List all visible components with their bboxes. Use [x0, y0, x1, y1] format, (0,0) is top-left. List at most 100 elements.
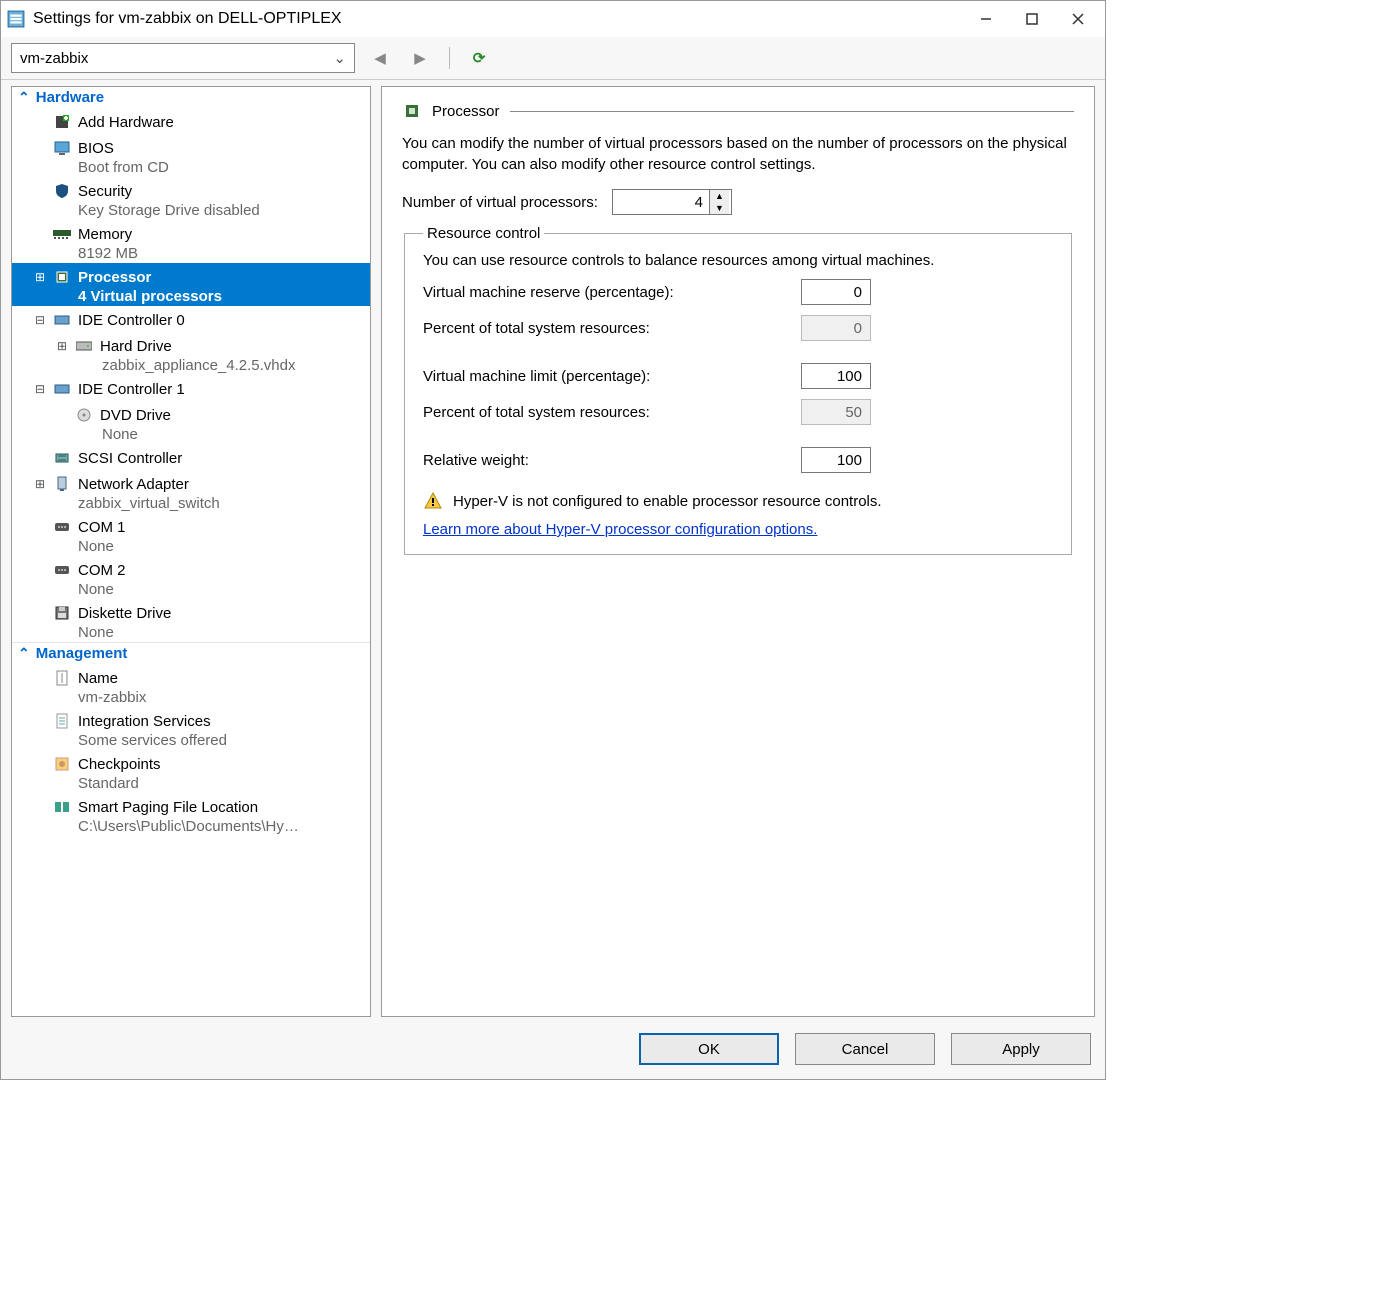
section-hardware[interactable]: ⌃ Hardware: [12, 87, 370, 108]
nav-sub: C:\Users\Public\Documents\Hy…: [18, 818, 370, 835]
num-processors-spinner[interactable]: ▲ ▼: [612, 189, 732, 215]
relative-weight-input[interactable]: [801, 447, 871, 473]
nav-security[interactable]: Security Key Storage Drive disabled: [12, 177, 370, 220]
minimize-button[interactable]: [963, 4, 1009, 34]
nav-com1[interactable]: COM 1 None: [12, 513, 370, 556]
collapse-icon: ⌃: [18, 89, 30, 106]
vm-limit-input[interactable]: [801, 363, 871, 389]
nav-label: Hard Drive: [100, 338, 172, 355]
hardware-icon: [52, 114, 72, 130]
nav-forward-button[interactable]: ▶: [405, 43, 435, 73]
help-link[interactable]: Learn more about Hyper-V processor confi…: [423, 521, 817, 538]
nav-tree-scroll[interactable]: ⌃ Hardware Add Hardware BIOS Boot from: [12, 87, 370, 1016]
nav-sub: Key Storage Drive disabled: [18, 202, 370, 219]
spinner-down-button[interactable]: ▼: [710, 202, 729, 214]
nav-label: Name: [78, 670, 118, 687]
nav-label: Security: [78, 183, 132, 200]
nav-ide1[interactable]: ⊟ IDE Controller 1: [12, 375, 370, 401]
apply-button[interactable]: Apply: [951, 1033, 1091, 1065]
panel-title-row: Processor: [402, 101, 1074, 121]
nav-scsi[interactable]: SCSI Controller: [12, 444, 370, 470]
nav-label: IDE Controller 1: [78, 381, 185, 398]
panel-description: You can modify the number of virtual pro…: [402, 133, 1074, 175]
nav-dvd[interactable]: DVD Drive None: [12, 401, 370, 444]
controller-icon: [52, 312, 72, 328]
content-area: ⌃ Hardware Add Hardware BIOS Boot from: [1, 80, 1105, 1023]
nav-sub: 8192 MB: [18, 245, 370, 262]
refresh-button[interactable]: ⟳: [464, 43, 494, 73]
nav-harddrive[interactable]: ⊞ Hard Drive zabbix_appliance_4.2.5.vhdx: [12, 332, 370, 375]
nav-sub: Some services offered: [18, 732, 370, 749]
limit-percent-row: Percent of total system resources:: [423, 399, 1053, 425]
window-icon: [7, 10, 25, 28]
num-processors-row: Number of virtual processors: ▲ ▼: [402, 189, 1074, 215]
close-button[interactable]: [1055, 4, 1101, 34]
nav-label: Checkpoints: [78, 756, 161, 773]
memory-icon: [52, 228, 72, 240]
cpu-icon: [52, 269, 72, 285]
nav-add-hardware[interactable]: Add Hardware: [12, 108, 370, 134]
nav-ide0[interactable]: ⊟ IDE Controller 0: [12, 306, 370, 332]
hdd-icon: [74, 340, 94, 352]
panel-heading: Processor: [432, 103, 500, 120]
limit-percent-value: [801, 399, 871, 425]
controller-icon: [52, 381, 72, 397]
nav-tree: ⌃ Hardware Add Hardware BIOS Boot from: [11, 86, 371, 1017]
nav-com2[interactable]: COM 2 None: [12, 556, 370, 599]
nav-diskette[interactable]: Diskette Drive None: [12, 599, 370, 642]
nav-name[interactable]: Name vm-zabbix: [12, 664, 370, 707]
section-hardware-label: Hardware: [36, 89, 104, 106]
collapse-icon: ⌃: [18, 645, 30, 662]
num-processors-input[interactable]: [613, 190, 709, 214]
serial-icon: [52, 564, 72, 576]
nav-bios[interactable]: BIOS Boot from CD: [12, 134, 370, 177]
toolbar-separator: [449, 47, 450, 69]
warning-row: Hyper-V is not configured to enable proc…: [423, 491, 1053, 511]
nav-sub: None: [18, 581, 370, 598]
toolbar: vm-zabbix ⌄ ◀ ▶ ⟳: [1, 37, 1105, 80]
nav-sub: vm-zabbix: [18, 689, 370, 706]
cpu-icon: [402, 101, 422, 121]
nav-integration[interactable]: Integration Services Some services offer…: [12, 707, 370, 750]
vm-reserve-label: Virtual machine reserve (percentage):: [423, 284, 783, 301]
nav-processor[interactable]: ⊞ Processor 4 Virtual processors: [12, 263, 370, 306]
nav-label: COM 1: [78, 519, 126, 536]
nav-checkpoints[interactable]: Checkpoints Standard: [12, 750, 370, 793]
nav-network[interactable]: ⊞ Network Adapter zabbix_virtual_switch: [12, 470, 370, 513]
nav-sub: None: [18, 538, 370, 555]
cancel-button[interactable]: Cancel: [795, 1033, 935, 1065]
window-title: Settings for vm-zabbix on DELL-OPTIPLEX: [33, 10, 342, 28]
resource-control-legend: Resource control: [423, 225, 544, 242]
floppy-icon: [52, 605, 72, 621]
nav-label: Diskette Drive: [78, 605, 171, 622]
vm-reserve-input[interactable]: [801, 279, 871, 305]
nav-label: Network Adapter: [78, 476, 189, 493]
vm-limit-label: Virtual machine limit (percentage):: [423, 368, 783, 385]
nav-sub: Boot from CD: [18, 159, 370, 176]
warning-text: Hyper-V is not configured to enable proc…: [453, 493, 882, 510]
vm-selector-combo[interactable]: vm-zabbix ⌄: [11, 43, 355, 73]
nav-memory[interactable]: Memory 8192 MB: [12, 220, 370, 263]
maximize-button[interactable]: [1009, 4, 1055, 34]
ok-button[interactable]: OK: [639, 1033, 779, 1065]
reserve-percent-row: Percent of total system resources:: [423, 315, 1053, 341]
detail-panel: Processor You can modify the number of v…: [381, 86, 1095, 1017]
title-bar: Settings for vm-zabbix on DELL-OPTIPLEX: [1, 1, 1105, 37]
nav-label: Memory: [78, 226, 132, 243]
nav-back-button[interactable]: ◀: [365, 43, 395, 73]
nic-icon: [52, 476, 72, 492]
nav-sub: 4 Virtual processors: [18, 288, 370, 305]
nav-label: DVD Drive: [100, 407, 171, 424]
section-management[interactable]: ⌃ Management: [12, 642, 370, 664]
section-management-label: Management: [36, 645, 128, 662]
settings-window: Settings for vm-zabbix on DELL-OPTIPLEX …: [0, 0, 1106, 1080]
num-processors-label: Number of virtual processors:: [402, 194, 598, 211]
monitor-icon: [52, 140, 72, 156]
relative-weight-row: Relative weight:: [423, 447, 1053, 473]
nav-sub: None: [18, 426, 370, 443]
nav-label: Processor: [78, 269, 151, 286]
resource-control-group: Resource control You can use resource co…: [404, 225, 1072, 555]
nav-smartpaging[interactable]: Smart Paging File Location C:\Users\Publ…: [12, 793, 370, 836]
spinner-up-button[interactable]: ▲: [710, 190, 729, 202]
chevron-down-icon: ⌄: [333, 49, 346, 67]
